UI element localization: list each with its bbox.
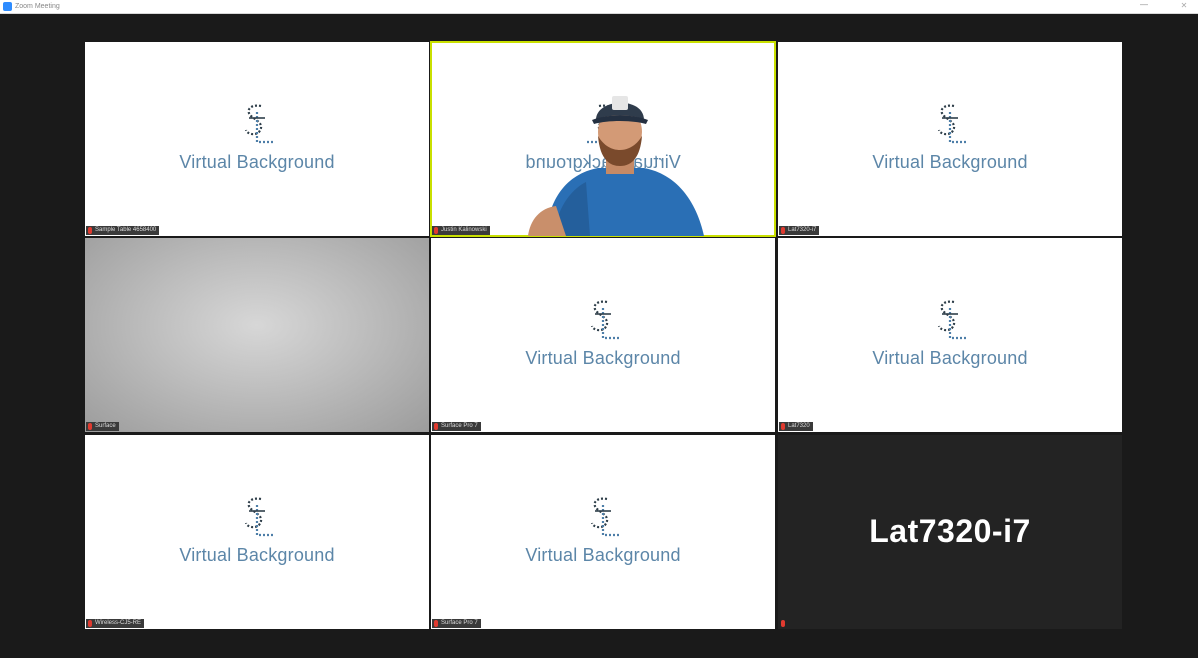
- participant-tile-video-off[interactable]: Lat7320-i7: [778, 435, 1122, 629]
- participant-tile[interactable]: Surface: [85, 238, 429, 432]
- sl-logo-icon: [244, 497, 273, 537]
- participant-name: Wireless-CJ5-RE: [95, 620, 142, 626]
- participant-tile-active-speaker[interactable]: Virtual Background Justin Kalinowski: [430, 41, 776, 237]
- participant-tile[interactable]: Virtual Background Surface Pro 7: [431, 238, 775, 432]
- zoom-icon: [3, 2, 12, 11]
- participant-name-tag: Sample Table 4658400: [86, 226, 160, 235]
- virtual-background-text: Virtual Background: [179, 545, 335, 565]
- sl-logo-icon: [590, 300, 619, 340]
- sl-logo-icon: [937, 300, 966, 340]
- title-bar: Zoom Meeting — ✕: [0, 0, 1198, 14]
- mic-muted-icon: [434, 227, 438, 234]
- participant-name: Justin Kalinowski: [441, 227, 487, 233]
- mic-muted-icon: [781, 227, 785, 234]
- participant-name: Surface: [95, 423, 116, 429]
- participant-name-tag: Surface Pro 7: [432, 422, 481, 431]
- mic-muted-icon: [781, 423, 785, 430]
- participant-name: Lat7320: [788, 423, 810, 429]
- participant-display-name: Lat7320-i7: [869, 513, 1031, 549]
- virtual-background-text: Virtual Background: [179, 152, 335, 172]
- participant-name-tag: Surface Pro 7: [432, 619, 481, 628]
- virtual-background-text: Virtual Background: [525, 545, 681, 565]
- participant-name: Lat7320-i7: [788, 227, 817, 233]
- mic-muted-icon: [434, 620, 438, 627]
- mic-muted-icon: [88, 620, 92, 627]
- participant-name-tag: Surface: [86, 422, 119, 431]
- minimize-button[interactable]: —: [1138, 0, 1150, 12]
- participant-name-tag: Wireless-CJ5-RE: [86, 619, 145, 628]
- mic-muted-icon: [434, 423, 438, 430]
- mic-muted-icon: [88, 423, 92, 430]
- participant-name-tag: Lat7320: [779, 422, 813, 431]
- participant-tile[interactable]: Virtual Background Wireless-CJ5-RE: [85, 435, 429, 629]
- participant-video: [528, 96, 704, 236]
- virtual-background-text: Virtual Background: [872, 348, 1028, 368]
- close-button[interactable]: ✕: [1178, 0, 1190, 12]
- mic-muted-icon: [781, 620, 785, 627]
- window-title: Zoom Meeting: [15, 3, 60, 10]
- participant-tile[interactable]: Virtual Background Lat7320: [778, 238, 1122, 432]
- participant-name: Surface Pro 7: [441, 423, 478, 429]
- sl-logo-icon: [590, 497, 619, 537]
- participant-tile[interactable]: Virtual Background Lat7320-i7: [778, 42, 1122, 236]
- virtual-background-text: Virtual Background: [872, 152, 1028, 172]
- participant-name-tag: Lat7320-i7: [779, 226, 820, 235]
- participant-name: Sample Table 4658400: [95, 227, 157, 233]
- participant-tile[interactable]: Virtual Background Sample Table 4658400: [85, 42, 429, 236]
- mic-muted-icon: [88, 227, 92, 234]
- gallery-view: Virtual Background Sample Table 4658400 …: [5, 14, 1195, 655]
- participant-name: Surface Pro 7: [441, 620, 478, 626]
- participant-name-tag: Justin Kalinowski: [432, 226, 490, 235]
- sl-logo-icon: [937, 104, 966, 144]
- virtual-background-text: Virtual Background: [525, 348, 681, 368]
- participant-tile[interactable]: Virtual Background Surface Pro 7: [431, 435, 775, 629]
- sl-logo-icon: [244, 104, 273, 144]
